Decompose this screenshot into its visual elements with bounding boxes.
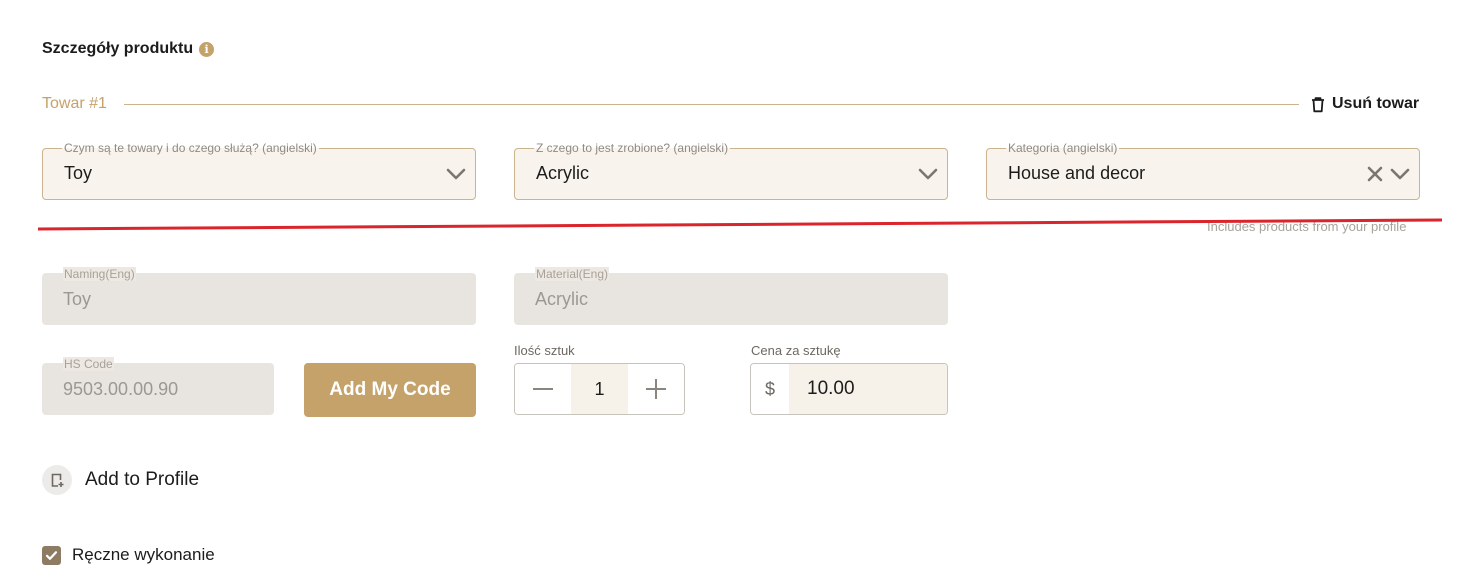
price-label: Cena za sztukę <box>751 343 841 358</box>
item-title: Towar #1 <box>42 95 107 112</box>
material-eng-field-value: Acrylic <box>535 289 588 309</box>
section-title: Szczegóły produktu i <box>42 40 215 58</box>
quantity-stepper[interactable]: 1 <box>514 363 685 415</box>
purpose-select-label: Czym są te towary i do czego służą? (ang… <box>62 141 319 155</box>
naming-field: Naming(Eng) Toy <box>42 267 476 325</box>
price-value[interactable]: 10.00 <box>789 364 947 414</box>
purpose-select[interactable]: Czym są te towary i do czego służą? (ang… <box>42 141 476 200</box>
naming-field-label: Naming(Eng) <box>63 267 136 281</box>
decrement-button[interactable] <box>515 364 571 414</box>
add-my-code-button[interactable]: Add My Code <box>304 363 476 417</box>
hs-code-field: HS Code 9503.00.00.90 <box>42 357 274 415</box>
hs-code-field-label: HS Code <box>63 357 114 371</box>
increment-button[interactable] <box>628 364 684 414</box>
chevron-down-icon[interactable] <box>917 163 939 185</box>
purpose-select-value: Toy <box>64 163 93 183</box>
category-select[interactable]: Kategoria (angielski) House and decor <box>986 141 1420 200</box>
naming-field-value: Toy <box>63 289 92 309</box>
chevron-down-icon[interactable] <box>445 163 467 185</box>
add-to-profile-label: Add to Profile <box>85 469 200 490</box>
quantity-label: Ilość sztuk <box>514 343 575 358</box>
section-title-text: Szczegóły produktu <box>42 40 194 57</box>
material-select-value: Acrylic <box>536 163 589 183</box>
material-select-label: Z czego to jest zrobione? (angielski) <box>534 141 731 155</box>
add-to-profile-button[interactable]: Add to Profile <box>42 465 199 495</box>
plus-icon <box>646 379 666 399</box>
clear-icon[interactable] <box>1365 164 1385 184</box>
hs-code-field-value: 9503.00.00.90 <box>63 379 179 399</box>
remove-item-button[interactable]: Usuń towar <box>1310 95 1419 113</box>
chevron-down-icon[interactable] <box>1389 163 1411 185</box>
trash-icon <box>1312 96 1324 112</box>
handmade-checkbox[interactable] <box>42 545 61 565</box>
info-icon[interactable]: i <box>199 41 215 57</box>
remove-item-label: Usuń towar <box>1332 95 1420 112</box>
handmade-checkbox-row[interactable]: Ręczne wykonanie <box>42 545 215 565</box>
check-icon <box>45 550 58 560</box>
handmade-label: Ręczne wykonanie <box>72 545 215 564</box>
quantity-value[interactable]: 1 <box>571 364 628 414</box>
minus-icon <box>533 388 553 390</box>
currency-symbol: $ <box>751 364 789 414</box>
category-select-label: Kategoria (angielski) <box>1006 141 1120 155</box>
item-divider <box>124 104 1299 105</box>
add-to-profile-icon <box>42 465 72 495</box>
price-input[interactable]: $ 10.00 <box>750 363 948 415</box>
material-eng-field-label: Material(Eng) <box>535 267 610 281</box>
material-select[interactable]: Z czego to jest zrobione? (angielski) Ac… <box>514 141 948 200</box>
category-select-value: House and decor <box>1008 163 1146 183</box>
material-eng-field: Material(Eng) Acrylic <box>514 267 948 325</box>
annotation-line <box>38 218 1442 231</box>
